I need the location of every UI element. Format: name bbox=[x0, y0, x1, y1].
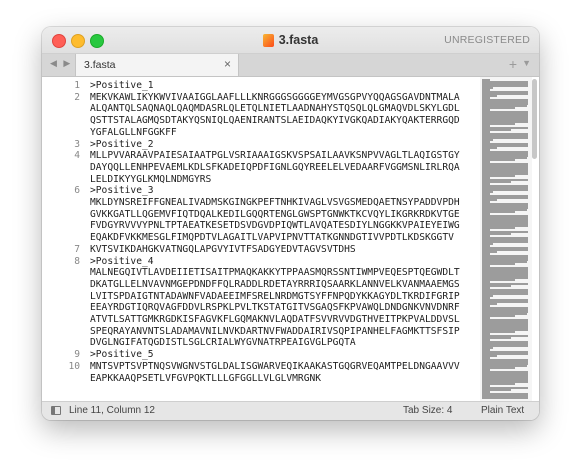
panel-toggle-icon[interactable] bbox=[51, 406, 61, 415]
code-line[interactable]: ATVTLSATTGMKRGDKISFAGVKFLGQMAKNVLAQDATFS… bbox=[90, 314, 460, 326]
tab-3-fasta[interactable]: 3.fasta × bbox=[75, 54, 239, 76]
registration-status: UNREGISTERED bbox=[444, 34, 530, 46]
code-line[interactable]: GVKKGATLLQGEMVFIQTDQALKEDILGQQRTENGLGWSP… bbox=[90, 209, 460, 221]
status-bar: Line 11, Column 12 Tab Size: 4 Plain Tex… bbox=[42, 401, 539, 420]
line-number: 8 bbox=[74, 255, 80, 267]
line-number: 3 bbox=[74, 138, 80, 150]
editor-window: 3.fasta UNREGISTERED ◀ ▶ 3.fasta × + ▼ 1… bbox=[42, 27, 539, 420]
line-number: 6 bbox=[74, 185, 80, 197]
tab-close-icon[interactable]: × bbox=[224, 57, 231, 71]
close-window-button[interactable] bbox=[52, 34, 66, 48]
title-bar: 3.fasta UNREGISTERED bbox=[42, 27, 539, 54]
code-line[interactable]: EQAKDFVKKMESGLFIMQPDTVLAGAITLVAPVIPNVTTA… bbox=[90, 232, 454, 244]
code-line[interactable]: MNTSVPTSVPTNQSVWGNVSTGLDALISGWARVEQIKAAK… bbox=[90, 361, 460, 373]
code-line[interactable]: >Positive_1 bbox=[90, 80, 154, 92]
code-line[interactable]: MALNEGQIVTLAVDEIIETISAITPMAQKAKKYTPPAASM… bbox=[90, 267, 460, 279]
line-number: 4 bbox=[74, 150, 80, 162]
code-line[interactable]: >Positive_4 bbox=[90, 256, 154, 268]
code-line[interactable]: SPEQRAYANVNTSLADAMAVNILNVKDARTNVFWADDAIR… bbox=[90, 326, 460, 338]
code-line[interactable]: DVGLNGIFATQGDISTLSGLCRIALWYGVNATRPEAIGVG… bbox=[90, 337, 356, 349]
line-number: 7 bbox=[74, 243, 80, 255]
text-buffer[interactable]: >Positive_1 MEKVKAWLIKYKWVIVAAIGGLAAFLLLK… bbox=[90, 77, 470, 402]
cursor-position: Line 11, Column 12 bbox=[69, 405, 155, 416]
code-line[interactable]: ALQANTQLSAQNAQLQAQMDASRLQLETQLNIETLAADNA… bbox=[90, 103, 460, 115]
maximize-window-button[interactable] bbox=[90, 34, 104, 48]
minimap-line bbox=[482, 397, 528, 399]
code-line[interactable]: MLLPVVARAAVPAIESAIAATPGLVSRIAAAIGSKVSPSA… bbox=[90, 150, 460, 162]
code-line[interactable]: DKATGLLELNVAVNMGEPDNDFFQLRADDLRDETAYRRRI… bbox=[90, 279, 460, 291]
code-line[interactable]: DAYQQLLENHPEVAEMLKDLSFKADEIQPDFIGNLGQYRE… bbox=[90, 162, 460, 174]
code-line[interactable]: LVITSPDAIGTNTADAWNFVADAEEIMFSRELNRDMGTSY… bbox=[90, 291, 460, 303]
code-line[interactable]: EAPKKAAQPSETLVFGVPQKTLLLGFGGLLVLGLVMRGNK bbox=[90, 373, 321, 385]
tab-nav-arrows-icon[interactable]: ◀ ▶ bbox=[50, 58, 72, 69]
code-line[interactable]: >Positive_3 bbox=[90, 185, 154, 197]
new-tab-icon[interactable]: + bbox=[509, 56, 517, 72]
minimize-window-button[interactable] bbox=[71, 34, 85, 48]
code-line[interactable]: KVTSVIKDAHGKVATNGQLAPGVYIVTFSADGYEDVTAGV… bbox=[90, 244, 356, 256]
document-icon bbox=[262, 33, 274, 47]
tab-menu-icon[interactable]: ▼ bbox=[522, 58, 531, 68]
code-line[interactable]: MKLDYNSREIFFGNEALIVADMSKGINGKPEFTNHKIVAG… bbox=[90, 197, 460, 209]
code-line[interactable]: >Positive_2 bbox=[90, 139, 154, 151]
tab-size-selector[interactable]: Tab Size: 4 bbox=[403, 405, 452, 416]
code-line[interactable]: FVDGYRVVVYPNLTPTAEATKESETDSVDGVDPIQWTLAV… bbox=[90, 220, 460, 232]
code-line[interactable]: EEAYRDGTIQRQVAGFDDVLRSPKLPVLTKSTATGITVSG… bbox=[90, 302, 460, 314]
code-line[interactable]: MEKVKAWLIKYKWVIVAAIGGLAAFLLLKNRGGGSGGGGE… bbox=[90, 92, 460, 104]
minimap[interactable] bbox=[480, 77, 532, 402]
code-line[interactable]: QSTTSTALAGMQSDTAKYQSNIQLQAENIRANTSLAEIDA… bbox=[90, 115, 460, 127]
tab-label: 3.fasta bbox=[84, 59, 116, 71]
syntax-selector[interactable]: Plain Text bbox=[481, 405, 524, 416]
code-line[interactable]: LELDIKYYGLKMQLNDMGYRS bbox=[90, 174, 211, 186]
editor-area[interactable]: 1 2 3 4 6 7 8 9 10 >Positive_1 MEKVKAWLIKYKWVIVAA… bbox=[42, 77, 539, 402]
line-number: 1 bbox=[74, 80, 80, 91]
code-line[interactable]: >Positive_5 bbox=[90, 349, 154, 361]
window-title: 3.fasta bbox=[278, 33, 319, 47]
code-line[interactable]: YGFALGLLNFGGKFF bbox=[90, 127, 177, 139]
vertical-scrollbar[interactable] bbox=[532, 79, 537, 159]
line-number-gutter: 1 2 3 4 6 7 8 9 10 bbox=[42, 77, 80, 402]
tab-bar: ◀ ▶ 3.fasta × + ▼ bbox=[42, 54, 539, 77]
line-number: 2 bbox=[74, 91, 80, 103]
line-number: 10 bbox=[68, 360, 80, 372]
line-number: 9 bbox=[74, 349, 80, 361]
